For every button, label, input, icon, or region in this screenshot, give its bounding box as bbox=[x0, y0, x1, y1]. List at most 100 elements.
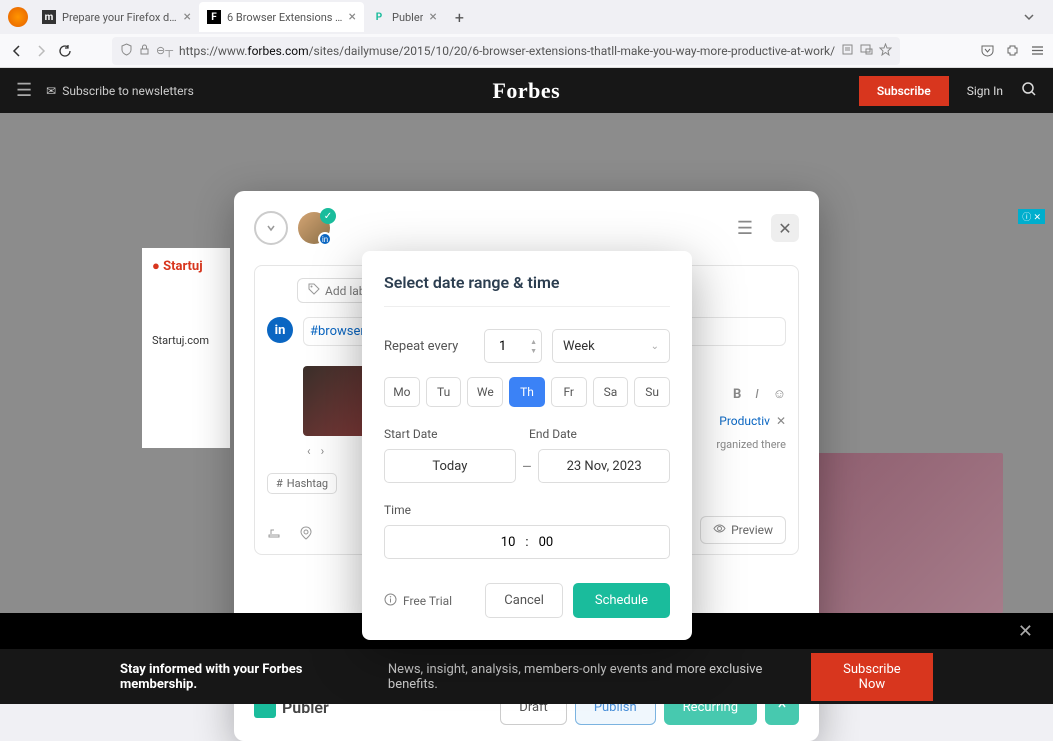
collapse-button[interactable] bbox=[254, 211, 288, 245]
new-tab-button[interactable]: + bbox=[445, 8, 474, 27]
ad-close-icon[interactable]: ⓘ ✕ bbox=[1018, 209, 1045, 224]
schedule-button[interactable]: Schedule bbox=[573, 583, 670, 618]
forbes-header: ☰ ✉ Subscribe to newsletters Forbes Subs… bbox=[0, 68, 1053, 113]
modal-title: Select date range & time bbox=[384, 273, 670, 307]
close-icon[interactable]: × bbox=[349, 9, 356, 25]
url-bar[interactable]: ⊖┬ https://www.forbes.com/sites/dailymus… bbox=[112, 37, 900, 65]
start-date-label: Start Date bbox=[384, 427, 529, 441]
back-button[interactable] bbox=[10, 39, 24, 63]
linkedin-icon: in bbox=[267, 317, 293, 343]
day-sa[interactable]: Sa bbox=[593, 377, 629, 407]
bookmark-icon[interactable] bbox=[879, 43, 892, 59]
info-icon bbox=[384, 593, 397, 609]
lock-icon bbox=[139, 44, 150, 58]
forbes-logo[interactable]: Forbes bbox=[492, 78, 560, 104]
bold-icon[interactable]: B bbox=[733, 387, 741, 402]
reader-icon[interactable] bbox=[841, 43, 854, 59]
sidebar-ad[interactable]: ● Startuj Startuj.com bbox=[142, 248, 230, 448]
time-label: Time bbox=[384, 503, 670, 517]
url-text: https://www.forbes.com/sites/dailymuse/2… bbox=[179, 44, 835, 58]
account-avatar[interactable]: ✓ in bbox=[298, 212, 330, 244]
tab-title: Publer bbox=[392, 11, 423, 24]
mail-icon: ✉ bbox=[46, 84, 56, 98]
reload-button[interactable] bbox=[58, 39, 72, 63]
spinner-icon[interactable]: ▲▼ bbox=[530, 338, 537, 355]
next-icon[interactable]: › bbox=[321, 444, 325, 458]
repeat-count-input[interactable]: 1 ▲▼ bbox=[484, 329, 542, 363]
subscribe-now-button[interactable]: Subscribe Now bbox=[811, 653, 933, 701]
day-th[interactable]: Th bbox=[509, 377, 545, 407]
hashtags-button[interactable]: #Hashtag bbox=[267, 473, 337, 494]
page-content: ☰ ✉ Subscribe to newsletters Forbes Subs… bbox=[0, 68, 1053, 704]
publer-header: ✓ in ☰ ✕ bbox=[254, 211, 799, 245]
day-fr[interactable]: Fr bbox=[551, 377, 587, 407]
day-su[interactable]: Su bbox=[634, 377, 670, 407]
browser-toolbar: ⊖┬ https://www.forbes.com/sites/dailymus… bbox=[0, 34, 1053, 68]
pocket-icon[interactable] bbox=[980, 39, 995, 63]
link-preview: Productiv ✕ bbox=[719, 414, 786, 428]
hamburger-icon[interactable]: ☰ bbox=[16, 80, 32, 101]
page-body: ⓘ ✕ ● Startuj Startuj.com Itzler ✓ in ☰ … bbox=[0, 113, 1053, 704]
ad-brand: ● Startuj bbox=[152, 258, 220, 274]
browser-tab-strip: m Prepare your Firefox desktop ex × F 6 … bbox=[0, 0, 1053, 34]
time-input[interactable]: 10 : 00 bbox=[384, 525, 670, 559]
subscribe-button[interactable]: Subscribe bbox=[859, 76, 949, 106]
close-icon[interactable]: × bbox=[184, 9, 191, 25]
publer-menu-icon[interactable]: ☰ bbox=[737, 218, 753, 239]
search-icon[interactable] bbox=[1021, 81, 1037, 101]
permissions-icon: ⊖┬ bbox=[156, 44, 173, 57]
location-icon[interactable] bbox=[299, 526, 313, 544]
linkedin-badge-icon: in bbox=[318, 232, 332, 246]
membership-text: News, insight, analysis, members-only ev… bbox=[388, 662, 811, 692]
date-range-modal: Select date range & time Repeat every 1 … bbox=[362, 251, 692, 640]
extensions-icon[interactable] bbox=[1005, 39, 1020, 63]
tab-favicon: P bbox=[372, 10, 386, 24]
format-toolbar: B I ☺ bbox=[733, 386, 786, 402]
publer-close-button[interactable]: ✕ bbox=[771, 214, 799, 242]
free-trial-badge: Free Trial bbox=[384, 593, 452, 609]
check-icon: ✓ bbox=[320, 208, 336, 224]
link-description: rganized there bbox=[716, 438, 786, 451]
sign-in-link[interactable]: Sign In bbox=[967, 84, 1003, 98]
end-date-label: End Date bbox=[529, 427, 577, 441]
day-mo[interactable]: Mo bbox=[384, 377, 420, 407]
chevron-down-icon: ⌄ bbox=[651, 341, 659, 352]
day-we[interactable]: We bbox=[467, 377, 503, 407]
repeat-unit-select[interactable]: Week ⌄ bbox=[552, 329, 670, 363]
signature-icon[interactable] bbox=[267, 526, 281, 544]
close-icon[interactable]: × bbox=[429, 9, 436, 25]
preview-button[interactable]: Preview bbox=[700, 516, 786, 544]
remove-link-icon[interactable]: ✕ bbox=[776, 414, 786, 428]
tab-1[interactable]: m Prepare your Firefox desktop ex × bbox=[34, 2, 199, 32]
ad-subtitle: Startuj.com bbox=[152, 334, 220, 347]
tab-favicon: m bbox=[42, 10, 56, 24]
hash-icon: # bbox=[276, 477, 283, 490]
tabs-dropdown-icon[interactable] bbox=[1013, 8, 1045, 27]
forward-button[interactable] bbox=[34, 39, 48, 63]
subscribe-newsletters-link[interactable]: ✉ Subscribe to newsletters bbox=[46, 84, 194, 98]
prev-icon[interactable]: ‹ bbox=[307, 444, 311, 458]
banner-close-icon[interactable]: ✕ bbox=[1018, 621, 1033, 642]
membership-headline: Stay informed with your Forbes membershi… bbox=[120, 662, 380, 692]
emoji-icon[interactable]: ☺ bbox=[773, 386, 786, 402]
firefox-icon bbox=[8, 7, 28, 27]
time-minute[interactable]: 00 bbox=[539, 535, 554, 550]
tag-icon bbox=[308, 283, 320, 298]
time-hour[interactable]: 10 bbox=[501, 535, 516, 550]
weekday-selector: Mo Tu We Th Fr Sa Su bbox=[384, 377, 670, 407]
cancel-button[interactable]: Cancel bbox=[485, 583, 563, 618]
eye-icon bbox=[713, 522, 726, 538]
shield-icon bbox=[120, 43, 133, 59]
tab-3[interactable]: P Publer × bbox=[364, 2, 445, 32]
date-separator: – bbox=[522, 457, 533, 476]
repeat-label: Repeat every bbox=[384, 339, 474, 354]
compose-bottom-icons bbox=[267, 526, 313, 544]
italic-icon[interactable]: I bbox=[755, 387, 758, 402]
pip-icon[interactable] bbox=[860, 43, 873, 59]
start-date-input[interactable]: Today bbox=[384, 449, 516, 483]
tab-2-active[interactable]: F 6 Browser Extensions That'll Ma × bbox=[199, 2, 364, 32]
menu-icon[interactable] bbox=[1030, 39, 1045, 63]
end-date-input[interactable]: 23 Nov, 2023 bbox=[538, 449, 670, 483]
time-separator: : bbox=[525, 535, 528, 550]
day-tu[interactable]: Tu bbox=[426, 377, 462, 407]
